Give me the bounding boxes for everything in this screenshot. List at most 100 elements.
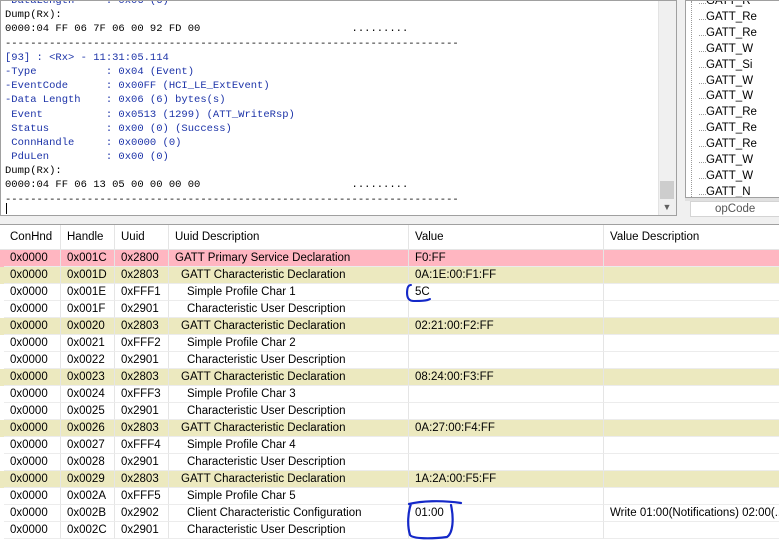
column-header-uuid[interactable]: Uuid	[115, 225, 169, 249]
cell-uuid-description: GATT Characteristic Declaration	[169, 369, 409, 386]
column-header-value[interactable]: Value	[409, 225, 604, 249]
tree-item-command[interactable]: GATT_Re	[699, 122, 757, 138]
cell-uuid: 0x2803	[115, 267, 169, 284]
tree-item-command[interactable]: GATT_Re	[699, 138, 757, 154]
scroll-down-arrow-icon[interactable]: ▼	[659, 199, 675, 215]
table-row[interactable]: 0x0000 0x001E 0xFFF1 Simple Profile Char 15…	[0, 284, 779, 301]
gatt-attribute-table[interactable]: ConHnd Handle Uuid Uuid Description Valu…	[0, 224, 779, 545]
log-line: ----------------------------------------…	[5, 193, 459, 206]
cell-conhnd: 0x0000	[4, 352, 61, 369]
cell-value[interactable]: F0:FF	[409, 250, 604, 267]
cell-uuid: 0x2901	[115, 352, 169, 369]
message-log-text: DataLength : 0x06 (6) Dump(Rx): 0000:04 FF…	[5, 1, 658, 207]
column-header-uuid-description[interactable]: Uuid Description	[169, 225, 409, 249]
cell-value[interactable]	[409, 403, 604, 420]
cell-conhnd: 0x0000	[4, 369, 61, 386]
cell-uuid-description: Simple Profile Char 2	[169, 335, 409, 352]
table-row[interactable]: 0x0000 0x001C 0x2800 GATT Primary Service D…	[0, 250, 779, 267]
cell-value-description	[604, 301, 779, 318]
cell-value[interactable]: 0A:27:00:F4:FF	[409, 420, 604, 437]
cell-uuid-description: Simple Profile Char 3	[169, 386, 409, 403]
cell-value-description	[604, 369, 779, 386]
column-header-conhnd[interactable]: ConHnd	[4, 225, 61, 249]
cell-uuid-description: Characteristic User Description	[169, 301, 409, 318]
cell-conhnd: 0x0000	[4, 386, 61, 403]
tree-item-command[interactable]: GATT_N	[699, 186, 751, 197]
cell-value[interactable]	[409, 437, 604, 454]
tree-item-command[interactable]: GATT_W	[698, 154, 753, 170]
cell-uuid: 0x2803	[115, 471, 169, 488]
cell-value[interactable]: 02:21:00:F2:FF	[409, 318, 604, 335]
pen-circle-annotation	[405, 284, 431, 303]
tree-item-command[interactable]: GATT_W	[698, 75, 753, 91]
tree-item-command[interactable]: GATT_Si	[698, 59, 752, 75]
cell-handle: 0x0026	[61, 420, 115, 437]
table-row[interactable]: 0x0000 0x001D 0x2803 GATT Characteristic De…	[0, 267, 779, 284]
cell-uuid: 0x2803	[115, 369, 169, 386]
command-tree-panel[interactable]: GATT_R GATT_Re GATT_Re GATT_W GATT_Si GATT_W G…	[685, 0, 779, 198]
cell-handle: 0x002C	[61, 522, 115, 539]
table-row[interactable]: 0x0000 0x001F 0x2901 Characteristic User De…	[0, 301, 779, 318]
cell-value[interactable]	[409, 454, 604, 471]
cell-value[interactable]	[409, 335, 604, 352]
cell-value[interactable]: 1A:2A:00:F5:FF	[409, 471, 604, 488]
cell-uuid-description: Simple Profile Char 4	[169, 437, 409, 454]
cell-value-description	[604, 284, 779, 301]
column-header-handle[interactable]: Handle	[61, 225, 115, 249]
text-cursor	[6, 203, 7, 214]
cell-uuid: 0xFFF5	[115, 488, 169, 505]
table-row[interactable]: 0x0000 0x0027 0xFFF4 Simple Profile Char 4	[0, 437, 779, 454]
tree-connector-line	[691, 1, 692, 197]
cell-value[interactable]	[409, 386, 604, 403]
tree-item-command[interactable]: GATT_Re	[699, 27, 757, 43]
cell-uuid: 0xFFF3	[115, 386, 169, 403]
table-row[interactable]: 0x0000 0x0023 0x2803 GATT Characteristic De…	[0, 369, 779, 386]
table-row[interactable]: 0x0000 0x002C 0x2901 Characteristic User De…	[0, 522, 779, 539]
tree-item-command[interactable]: GATT_W	[698, 170, 753, 186]
cell-handle: 0x0025	[61, 403, 115, 420]
cell-handle: 0x0021	[61, 335, 115, 352]
cell-value[interactable]: 5C	[409, 284, 604, 301]
cell-conhnd: 0x0000	[4, 301, 61, 318]
log-line: Status : 0x00 (0) (Success)	[5, 122, 232, 135]
table-row[interactable]: 0x0000 0x0020 0x2803 GATT Characteristic De…	[0, 318, 779, 335]
tree-item-command[interactable]: GATT_W	[698, 90, 753, 106]
table-row[interactable]: 0x0000 0x002B 0x2902 Client Characteristic …	[0, 505, 779, 522]
opcode-column-header[interactable]: opCode	[690, 201, 779, 217]
cell-conhnd: 0x0000	[4, 318, 61, 335]
table-row[interactable]: 0x0000 0x0025 0x2901 Characteristic User De…	[0, 403, 779, 420]
cell-handle: 0x0028	[61, 454, 115, 471]
cell-value[interactable]	[409, 352, 604, 369]
cell-value-description	[604, 386, 779, 403]
cell-value-description	[604, 522, 779, 539]
cell-handle: 0x001E	[61, 284, 115, 301]
cell-conhnd: 0x0000	[4, 488, 61, 505]
table-row[interactable]: 0x0000 0x0021 0xFFF2 Simple Profile Char 2	[0, 335, 779, 352]
cell-handle: 0x0023	[61, 369, 115, 386]
cell-uuid-description: GATT Characteristic Declaration	[169, 318, 409, 335]
tree-item-command[interactable]: GATT_W	[698, 43, 753, 59]
table-row[interactable]: 0x0000 0x0026 0x2803 GATT Characteristic De…	[0, 420, 779, 437]
column-header-value-description[interactable]: Value Description	[604, 225, 779, 249]
log-scroll-thumb[interactable]	[660, 181, 674, 199]
cell-value[interactable]: 08:24:00:F3:FF	[409, 369, 604, 386]
cell-handle: 0x001C	[61, 250, 115, 267]
table-row[interactable]: 0x0000 0x0028 0x2901 Characteristic User De…	[0, 454, 779, 471]
cell-uuid: 0xFFF1	[115, 284, 169, 301]
cell-conhnd: 0x0000	[4, 284, 61, 301]
log-line: Event : 0x0513 (1299) (ATT_WriteRsp)	[5, 108, 295, 121]
cell-uuid-description: Client Characteristic Configuration	[169, 505, 409, 522]
tree-item-command[interactable]: GATT_Re	[699, 11, 757, 27]
table-row[interactable]: 0x0000 0x0029 0x2803 GATT Characteristic De…	[0, 471, 779, 488]
cell-value[interactable]	[409, 301, 604, 318]
cell-value-description	[604, 318, 779, 335]
message-log-panel[interactable]: DataLength : 0x06 (6) Dump(Rx): 0000:04 FF…	[0, 0, 677, 216]
cell-uuid-description: Characteristic User Description	[169, 403, 409, 420]
tree-item-command[interactable]: GATT_Re	[699, 106, 757, 122]
cell-value[interactable]: 0A:1E:00:F1:FF	[409, 267, 604, 284]
table-row[interactable]: 0x0000 0x0024 0xFFF3 Simple Profile Char 3	[0, 386, 779, 403]
table-row[interactable]: 0x0000 0x002A 0xFFF5 Simple Profile Char 5	[0, 488, 779, 505]
tree-item-command[interactable]: GATT_R	[699, 1, 751, 11]
table-row[interactable]: 0x0000 0x0022 0x2901 Characteristic User De…	[0, 352, 779, 369]
log-vertical-scrollbar[interactable]: ▼	[658, 1, 676, 215]
